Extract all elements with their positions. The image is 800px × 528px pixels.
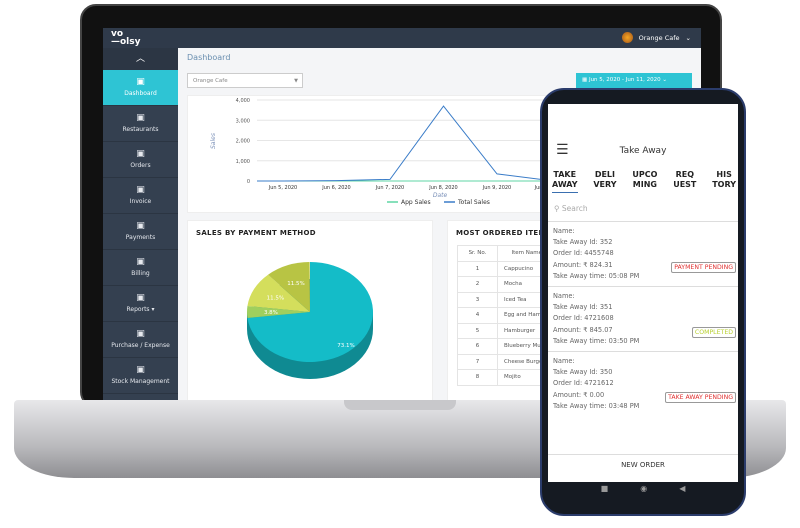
y-tick-label: 2,000	[236, 139, 250, 145]
order-card[interactable]: Name: Take Away Id: 351 Order Id: 4721608 A…	[548, 286, 738, 350]
recent-apps-icon[interactable]: ■	[601, 484, 609, 493]
order-card[interactable]: Name: Take Away Id: 352 Order Id: 4455748 A…	[548, 221, 738, 285]
phone-tabs: TAKE AWAY DELI VERY UPCO MING REQ UEST HIS T…	[552, 170, 736, 193]
tab-history[interactable]: HIS TORY	[712, 170, 736, 193]
status-badge: TAKE AWAY PENDING	[665, 392, 736, 403]
status-badge: COMPLETED	[691, 327, 736, 338]
search-placeholder: Search	[561, 204, 588, 213]
pie-label: 11.5%	[267, 296, 284, 302]
phone-title: Take Away	[619, 146, 667, 156]
home-icon[interactable]: ◉	[640, 484, 647, 493]
new-order-button[interactable]: NEW ORDER	[548, 454, 738, 469]
pie-label: 11.5%	[287, 281, 304, 287]
order-name: Name:	[553, 227, 575, 235]
pie-label: 3.8%	[264, 310, 278, 316]
x-tick-label: Jun 5, 2020	[268, 185, 298, 191]
tab-upcoming[interactable]: UPCO MING	[632, 170, 657, 193]
tab-request[interactable]: REQ UEST	[673, 170, 696, 193]
tab-takeaway[interactable]: TAKE AWAY	[552, 170, 578, 193]
order-order: Order Id: 4455748	[553, 249, 614, 258]
y-tick-label: 4,000	[236, 98, 250, 104]
x-axis-label: Date	[433, 192, 448, 199]
pie-label: 73.1%	[337, 343, 354, 349]
phone-nav-bar: ■ ◉ ◀	[548, 484, 738, 493]
legend-label: Total Sales	[457, 199, 490, 206]
search-icon: ⚲	[554, 204, 562, 213]
phone-screen: ☰ Take Away TAKE AWAY DELI VERY UPCO MING R…	[548, 104, 738, 482]
order-order: Order Id: 4721608	[553, 314, 614, 323]
order-card[interactable]: Name: Take Away Id: 350 Order Id: 4721612 A…	[548, 351, 738, 415]
x-tick-label: Jun 7, 2020	[375, 185, 405, 191]
y-axis-label: Sales	[210, 133, 217, 149]
x-tick-label: Jun 6, 2020	[321, 185, 351, 191]
order-id: Take Away Id: 351	[553, 303, 613, 312]
x-tick-label: Jun 8, 2020	[428, 185, 458, 191]
order-name: Name:	[553, 292, 575, 300]
order-name: Name:	[553, 357, 575, 365]
y-tick-label: 0	[247, 179, 250, 185]
back-icon[interactable]: ◀	[679, 484, 685, 493]
y-tick-label: 1,000	[236, 159, 250, 165]
order-order: Order Id: 4721612	[553, 379, 614, 388]
tab-delivery[interactable]: DELI VERY	[593, 170, 616, 193]
status-badge: PAYMENT PENDING	[671, 262, 736, 273]
search-input[interactable]: ⚲ Search	[554, 204, 588, 213]
x-tick-label: Jun 9, 2020	[482, 185, 512, 191]
y-tick-label: 3,000	[236, 118, 250, 124]
legend-label: App Sales	[401, 199, 431, 206]
order-id: Take Away Id: 350	[553, 368, 613, 377]
order-id: Take Away Id: 352	[553, 238, 613, 247]
